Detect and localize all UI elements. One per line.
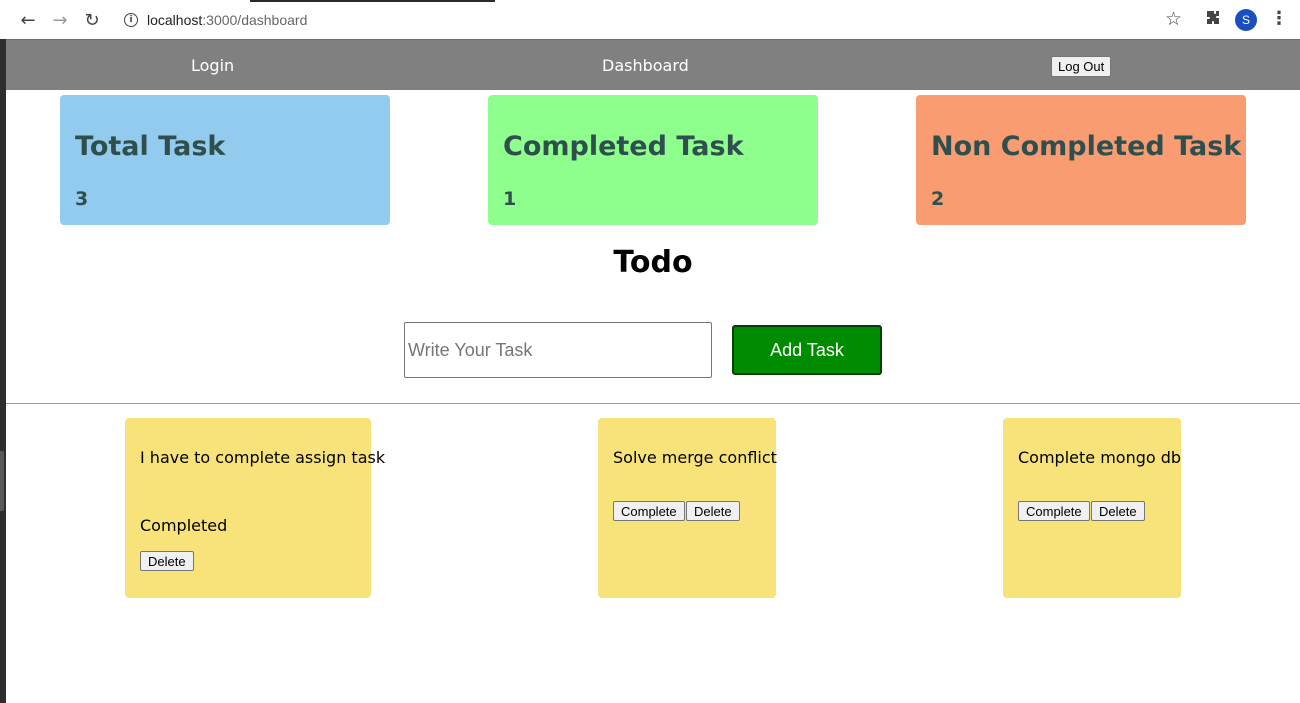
task-text: I have to complete assign task bbox=[140, 448, 386, 467]
url-path: :3000/dashboard bbox=[202, 11, 308, 28]
logout-button[interactable]: Log Out bbox=[1051, 56, 1112, 77]
nav-dashboard-link[interactable]: Dashboard bbox=[602, 56, 689, 75]
task-input[interactable] bbox=[404, 322, 712, 378]
reload-icon[interactable]: ↻ bbox=[81, 9, 103, 31]
non-completed-task-card: Non Completed Task 2 bbox=[916, 95, 1246, 225]
card-count: 3 bbox=[75, 188, 89, 210]
back-icon[interactable]: ← bbox=[17, 9, 39, 31]
task-card: Solve merge conflict Complete Delete bbox=[598, 418, 777, 598]
complete-button[interactable]: Complete bbox=[613, 501, 685, 521]
browser-menu-icon[interactable]: ⋮ bbox=[1270, 8, 1288, 29]
complete-button[interactable]: Complete bbox=[1018, 501, 1090, 521]
app-root: Login Dashboard Log Out Total Task 3 Com… bbox=[6, 39, 1300, 703]
todo-heading: Todo bbox=[613, 245, 693, 280]
card-title: Completed Task bbox=[503, 131, 744, 162]
profile-avatar[interactable]: S bbox=[1235, 9, 1257, 31]
card-title: Non Completed Task bbox=[931, 131, 1242, 162]
card-title: Total Task bbox=[75, 131, 226, 162]
site-info-icon[interactable]: i bbox=[124, 12, 138, 27]
add-task-button[interactable]: Add Task bbox=[732, 325, 882, 375]
extensions-puzzle-icon[interactable] bbox=[1205, 10, 1221, 30]
url-text[interactable]: localhost:3000/dashboard bbox=[147, 12, 307, 28]
total-task-card: Total Task 3 bbox=[60, 95, 390, 225]
forward-icon[interactable]: → bbox=[49, 9, 71, 31]
card-count: 1 bbox=[503, 188, 517, 210]
delete-button[interactable]: Delete bbox=[1091, 501, 1145, 521]
navbar: Login Dashboard Log Out bbox=[6, 39, 1300, 90]
active-tab-edge bbox=[250, 0, 495, 2]
task-card: Complete mongo db Complete Delete bbox=[1003, 418, 1181, 598]
bookmark-star-icon[interactable]: ☆ bbox=[1165, 8, 1182, 30]
task-text: Complete mongo db bbox=[1018, 448, 1182, 467]
card-count: 2 bbox=[931, 188, 945, 210]
task-card: I have to complete assign task Completed… bbox=[125, 418, 385, 598]
delete-button[interactable]: Delete bbox=[140, 551, 194, 571]
divider bbox=[6, 403, 1300, 404]
url-host: localhost bbox=[147, 11, 203, 28]
task-text: Solve merge conflict bbox=[613, 448, 777, 467]
nav-login-link[interactable]: Login bbox=[191, 56, 234, 75]
task-status: Completed bbox=[140, 516, 228, 535]
delete-button[interactable]: Delete bbox=[686, 501, 740, 521]
completed-task-card: Completed Task 1 bbox=[488, 95, 818, 225]
browser-toolbar: ← → ↻ i localhost:3000/dashboard ☆ S ⋮ bbox=[0, 0, 1300, 39]
edge-handle bbox=[0, 451, 4, 511]
address-bar[interactable]: i localhost:3000/dashboard ☆ bbox=[114, 5, 1198, 34]
